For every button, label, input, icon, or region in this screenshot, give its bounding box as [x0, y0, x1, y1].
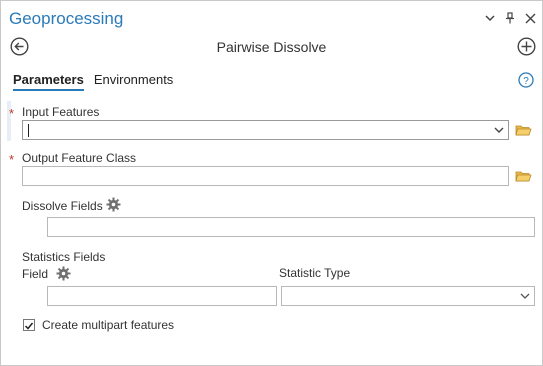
browse-folder-icon[interactable]	[515, 123, 532, 137]
required-marker: *	[9, 152, 15, 167]
tool-header: Pairwise Dissolve	[1, 37, 542, 61]
gear-icon[interactable]	[106, 197, 121, 212]
pane-title-bar: Geoprocessing	[1, 1, 542, 35]
output-feature-class-field[interactable]	[22, 166, 509, 186]
statistics-field-input[interactable]	[47, 286, 277, 306]
create-multipart-checkbox[interactable]	[23, 319, 35, 331]
output-feature-class-label: Output Feature Class	[22, 151, 137, 165]
field-column-label: Field	[22, 267, 49, 281]
statistic-type-dropdown[interactable]	[281, 286, 535, 306]
help-icon[interactable]: ?	[518, 72, 534, 88]
checkmark-icon	[24, 322, 34, 330]
create-multipart-label: Create multipart features	[42, 318, 175, 332]
chevron-down-icon[interactable]	[484, 12, 496, 24]
dissolve-fields-input[interactable]	[47, 217, 535, 237]
gear-icon[interactable]	[56, 266, 71, 281]
close-icon[interactable]	[524, 12, 536, 24]
pin-icon[interactable]	[504, 12, 516, 24]
browse-folder-icon[interactable]	[515, 169, 532, 183]
pane-title: Geoprocessing	[9, 9, 124, 28]
required-marker: *	[9, 106, 15, 121]
input-features-label: Input Features	[22, 105, 100, 119]
add-icon[interactable]	[517, 37, 536, 56]
tool-title: Pairwise Dissolve	[216, 39, 327, 55]
pane-controls	[484, 12, 536, 24]
tab-environments[interactable]: Environments	[94, 72, 173, 91]
chevron-down-icon[interactable]	[494, 126, 504, 134]
tab-parameters[interactable]: Parameters	[13, 72, 84, 91]
statistic-type-label: Statistic Type	[279, 266, 351, 280]
tool-tabs: Parameters Environments	[13, 72, 173, 91]
dissolve-fields-label: Dissolve Fields	[22, 199, 103, 213]
chevron-down-icon[interactable]	[520, 292, 530, 300]
text-caret	[28, 124, 29, 137]
geoprocessing-pane: Geoprocessing Pairwise Dissolve Paramete…	[0, 0, 543, 366]
svg-text:?: ?	[523, 76, 529, 87]
statistics-fields-label: Statistics Fields	[22, 250, 106, 264]
input-features-dropdown[interactable]	[22, 120, 509, 140]
